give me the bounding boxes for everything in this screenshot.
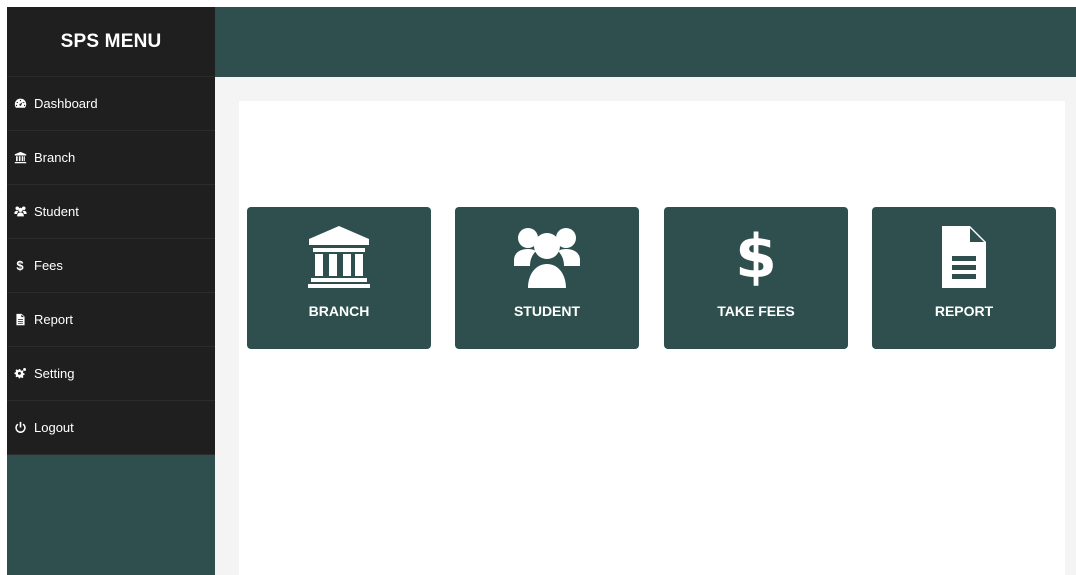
tile-label: BRANCH <box>308 303 370 319</box>
dollar-icon: $ <box>716 221 796 293</box>
main-content: BRANCH STUDENT $ TAKE FEES REPORT <box>215 77 1076 575</box>
sidebar-item-label: Student <box>34 204 79 219</box>
bank-icon <box>13 151 27 165</box>
users-icon <box>13 205 27 219</box>
file-text-icon <box>924 221 1004 293</box>
app-frame: SPS MENU Dashboard Branch Student $ Fees… <box>7 7 1076 575</box>
sidebar-item-logout[interactable]: Logout <box>7 401 215 455</box>
cogs-icon <box>13 367 27 381</box>
sidebar-item-label: Report <box>34 312 74 327</box>
sidebar-item-label: Setting <box>34 366 75 381</box>
sidebar-item-label: Logout <box>34 420 74 435</box>
sidebar-item-setting[interactable]: Setting <box>7 347 215 401</box>
branch-tile[interactable]: BRANCH <box>247 207 431 349</box>
sidebar-item-label: Dashboard <box>34 96 98 111</box>
sidebar-item-student[interactable]: Student <box>7 185 215 239</box>
dashboard-tiles: BRANCH STUDENT $ TAKE FEES REPORT <box>247 207 1057 349</box>
sidebar-item-fees[interactable]: $ Fees <box>7 239 215 293</box>
sidebar-title: SPS MENU <box>7 7 215 77</box>
dollar-icon: $ <box>16 258 24 273</box>
sidebar-item-label: Fees <box>34 258 63 273</box>
users-icon <box>507 221 587 293</box>
student-tile[interactable]: STUDENT <box>455 207 639 349</box>
tile-label: STUDENT <box>513 303 581 319</box>
sidebar-menu: Dashboard Branch Student $ Fees Report S… <box>7 77 215 455</box>
file-icon <box>13 313 27 327</box>
tile-label: TAKE FEES <box>717 303 795 319</box>
sidebar-item-label: Branch <box>34 150 76 165</box>
power-icon <box>13 421 27 435</box>
sidebar-item-dashboard[interactable]: Dashboard <box>7 77 215 131</box>
take-fees-tile[interactable]: $ TAKE FEES <box>664 207 848 349</box>
tile-label: REPORT <box>934 303 994 319</box>
report-tile[interactable]: REPORT <box>872 207 1056 349</box>
dashboard-icon <box>13 97 27 111</box>
content-panel: BRANCH STUDENT $ TAKE FEES REPORT <box>239 101 1065 575</box>
sidebar-item-branch[interactable]: Branch <box>7 131 215 185</box>
sidebar: SPS MENU Dashboard Branch Student $ Fees… <box>7 7 215 575</box>
sidebar-item-report[interactable]: Report <box>7 293 215 347</box>
bank-icon <box>299 221 379 293</box>
top-bar <box>215 7 1076 77</box>
dollar-glyph: $ <box>735 222 777 292</box>
